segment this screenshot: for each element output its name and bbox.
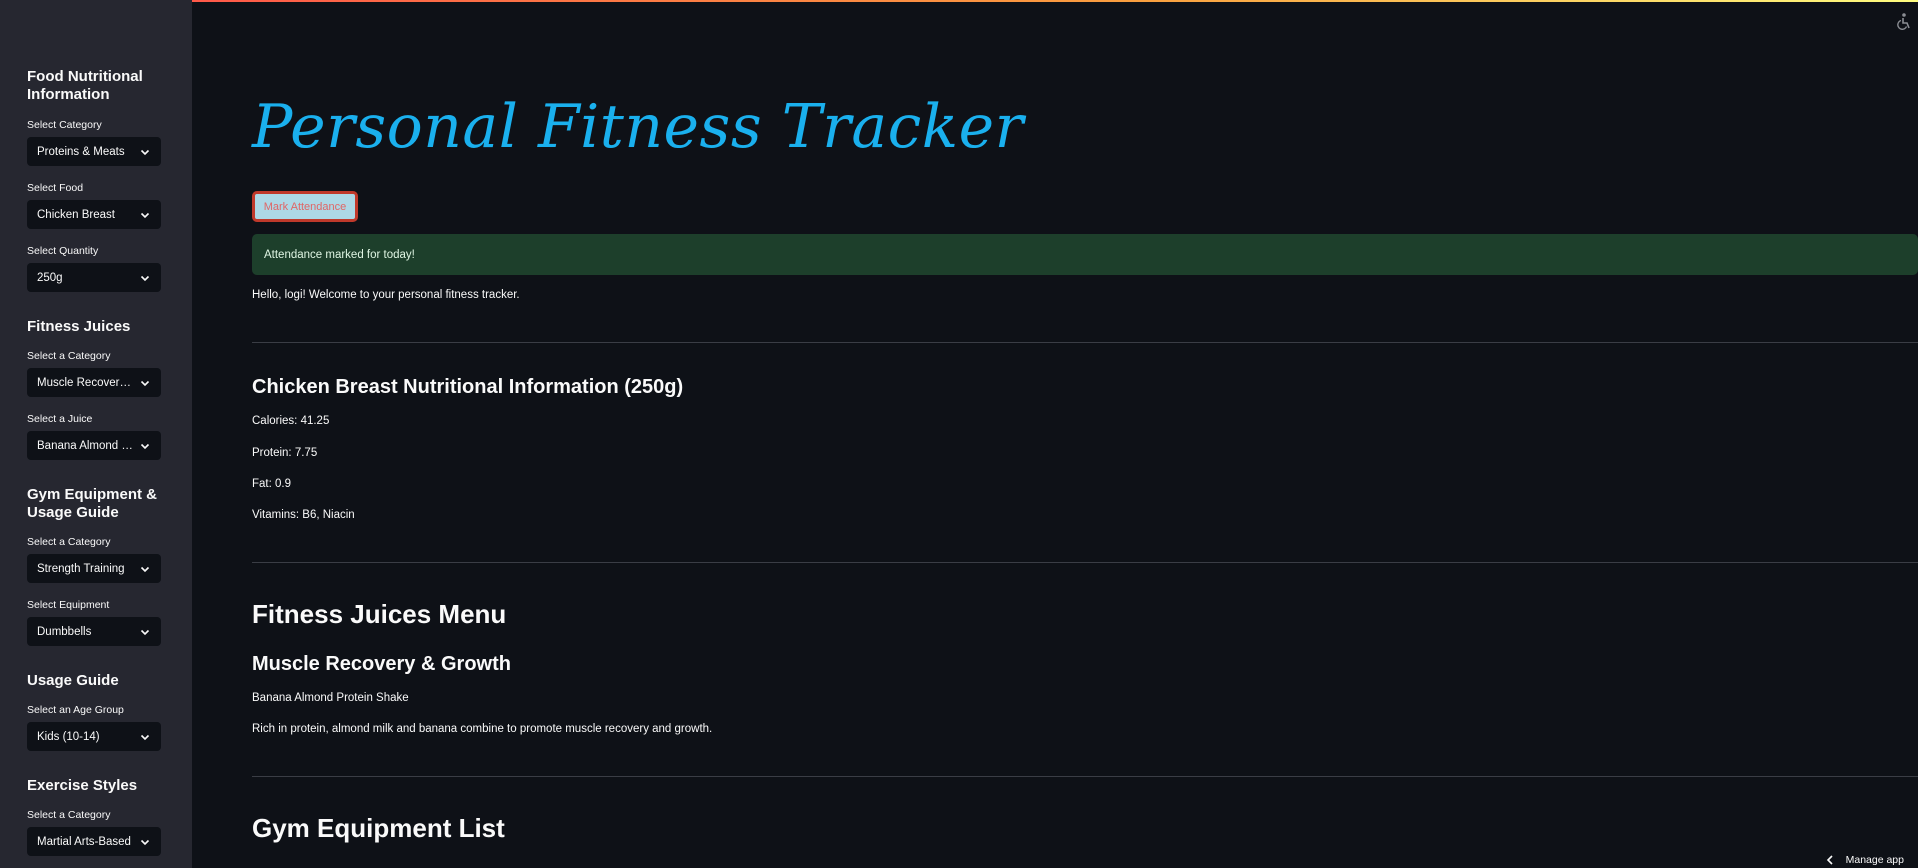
juice-category-label: Select a Category (27, 350, 111, 362)
accessibility-icon[interactable] (1894, 12, 1912, 30)
divider (252, 776, 1918, 777)
chevron-down-icon (140, 734, 150, 740)
chevron-down-icon (140, 629, 150, 635)
food-category-select[interactable]: Proteins & Meats (27, 137, 161, 166)
usage-guide-heading: Usage Guide (27, 672, 119, 689)
quantity-label: Select Quantity (27, 245, 99, 257)
juice-category-value: Muscle Recovery & Growth (37, 376, 133, 389)
chevron-down-icon (140, 212, 150, 218)
juice-select[interactable]: Banana Almond Protein Shake (27, 431, 161, 460)
food-select[interactable]: Chicken Breast (27, 200, 161, 229)
juice-description-text: Rich in protein, almond milk and banana … (252, 723, 713, 735)
chevron-down-icon (140, 149, 150, 155)
equipment-value: Dumbbells (37, 625, 92, 638)
age-group-label: Select an Age Group (27, 704, 124, 716)
exercise-styles-heading: Exercise Styles (27, 777, 138, 794)
divider (252, 342, 1918, 343)
chevron-down-icon (140, 380, 150, 386)
juice-category-select[interactable]: Muscle Recovery & Growth (27, 368, 161, 397)
calories-text: Calories: 41.25 (252, 415, 330, 427)
chevron-down-icon (140, 839, 150, 845)
chevron-left-icon (1826, 855, 1833, 865)
food-select-value: Chicken Breast (37, 208, 115, 221)
juice-name-text: Banana Almond Protein Shake (252, 692, 409, 704)
gym-category-label: Select a Category (27, 536, 111, 548)
chevron-down-icon (140, 443, 150, 449)
manage-app-button[interactable]: Manage app (1826, 854, 1904, 866)
exercise-category-select[interactable]: Martial Arts-Based (27, 827, 161, 856)
food-category-value: Proteins & Meats (37, 145, 125, 158)
gym-heading: Gym Equipment & Usage Guide (27, 486, 158, 521)
food-category-label: Select Category (27, 119, 102, 131)
juice-select-label: Select a Juice (27, 413, 93, 425)
exercise-category-label: Select a Category (27, 809, 111, 821)
vitamins-text: Vitamins: B6, Niacin (252, 509, 355, 521)
welcome-text: Hello, logi! Welcome to your personal fi… (252, 289, 520, 301)
attendance-success-text: Attendance marked for today! (264, 248, 415, 261)
age-group-value: Kids (10-14) (37, 730, 100, 743)
food-select-label: Select Food (27, 182, 84, 194)
manage-app-label: Manage app (1845, 854, 1904, 866)
juice-category-heading: Muscle Recovery & Growth (252, 653, 511, 675)
food-info-heading: Food Nutritional Information (27, 68, 143, 103)
protein-text: Protein: 7.75 (252, 447, 318, 459)
juices-menu-heading: Fitness Juices Menu (252, 599, 507, 629)
age-group-select[interactable]: Kids (10-14) (27, 722, 161, 751)
equipment-select[interactable]: Dumbbells (27, 617, 161, 646)
sidebar: Food Nutritional Information Select Cate… (0, 0, 192, 868)
main-content: Personal Fitness Tracker Mark Attendance… (252, 0, 1918, 868)
page-title: Personal Fitness Tracker (252, 92, 1024, 162)
nutrition-heading: Chicken Breast Nutritional Information (… (252, 376, 684, 398)
attendance-success-alert: Attendance marked for today! (252, 234, 1918, 275)
chevron-down-icon (140, 275, 150, 281)
divider (252, 562, 1918, 563)
exercise-category-value: Martial Arts-Based (37, 835, 131, 848)
quantity-select[interactable]: 250g (27, 263, 161, 292)
quantity-value: 250g (37, 271, 63, 284)
fat-text: Fat: 0.9 (252, 478, 291, 490)
mark-attendance-button[interactable]: Mark Attendance (252, 191, 358, 222)
gym-category-value: Strength Training (37, 562, 125, 575)
gym-category-select[interactable]: Strength Training (27, 554, 161, 583)
juices-heading: Fitness Juices (27, 318, 131, 335)
equipment-label: Select Equipment (27, 599, 110, 611)
gym-equipment-heading: Gym Equipment List (252, 813, 505, 843)
chevron-down-icon (140, 566, 150, 572)
juice-select-value: Banana Almond Protein Shake (37, 439, 133, 452)
